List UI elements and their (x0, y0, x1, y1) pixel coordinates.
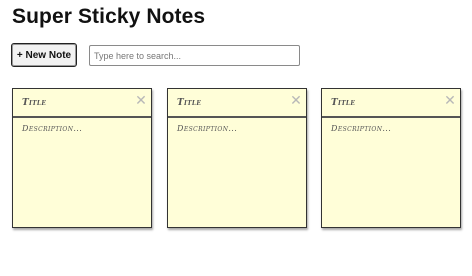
note-description-input[interactable] (322, 120, 460, 227)
note-description-input[interactable] (168, 120, 306, 227)
close-icon[interactable]: ✕ (289, 93, 303, 109)
search-input[interactable] (89, 45, 300, 66)
note-description-input[interactable] (13, 120, 151, 227)
note-title-input[interactable] (322, 89, 460, 118)
sticky-note: ✕ (167, 88, 307, 228)
close-icon[interactable]: ✕ (134, 93, 148, 109)
new-note-button[interactable]: + New Note (11, 43, 77, 67)
note-title-input[interactable] (13, 89, 151, 118)
sticky-note: ✕ (321, 88, 461, 228)
app-title: Super Sticky Notes (12, 5, 206, 28)
sticky-note: ✕ (12, 88, 152, 228)
close-icon[interactable]: ✕ (443, 93, 457, 109)
note-title-input[interactable] (168, 89, 306, 118)
